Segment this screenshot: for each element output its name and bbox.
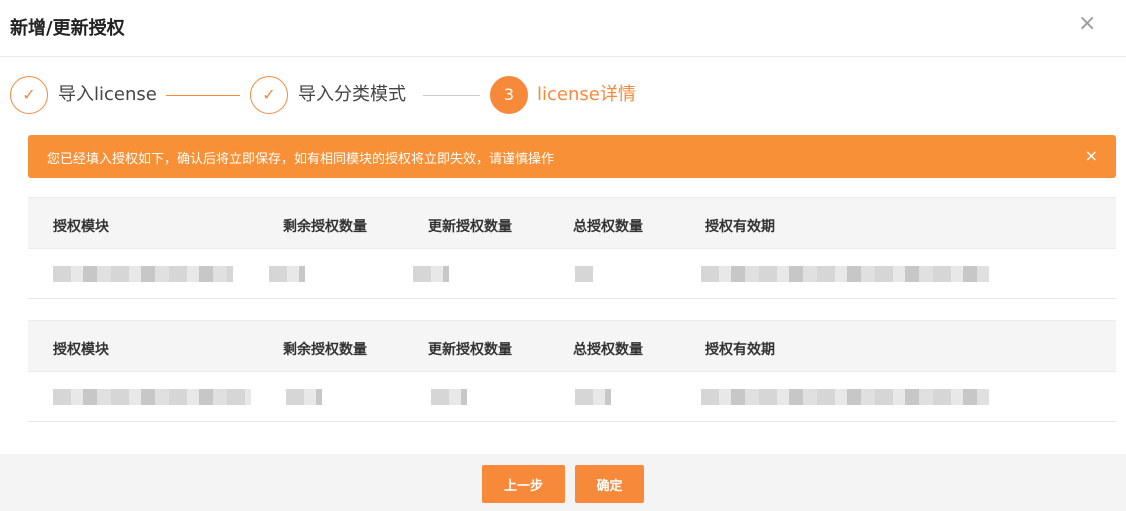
alert-close-icon[interactable]: × bbox=[1085, 146, 1098, 165]
redacted-validity bbox=[701, 266, 989, 282]
step-1-check-icon: ✓ bbox=[10, 76, 48, 114]
close-icon[interactable]: × bbox=[1078, 12, 1096, 36]
col-update: 更新授权数量 bbox=[428, 219, 512, 235]
step-3-label: license详情 bbox=[537, 84, 636, 105]
confirm-button[interactable]: 确定 bbox=[575, 465, 644, 503]
col-remaining: 剩余授权数量 bbox=[283, 219, 367, 235]
step-connector-1 bbox=[166, 95, 240, 96]
dialog-footer: 上一步 确定 bbox=[0, 454, 1126, 511]
license-table-2: 授权模块 剩余授权数量 更新授权数量 总授权数量 授权有效期 bbox=[28, 320, 1116, 422]
step-1-label: 导入license bbox=[58, 84, 157, 105]
redacted-update bbox=[413, 266, 449, 282]
col-module: 授权模块 bbox=[53, 219, 109, 235]
license-table-1: 授权模块 剩余授权数量 更新授权数量 总授权数量 授权有效期 bbox=[28, 197, 1116, 299]
col-total: 总授权数量 bbox=[573, 219, 643, 235]
step-2-label: 导入分类模式 bbox=[298, 84, 406, 105]
step-3-number: 3 bbox=[490, 76, 528, 114]
alert-message: 您已经填入授权如下，确认后将立即保存，如有相同模块的授权将立即失效，请谨慎操作 bbox=[47, 152, 555, 167]
table-row bbox=[28, 249, 1116, 299]
table-header: 授权模块 剩余授权数量 更新授权数量 总授权数量 授权有效期 bbox=[28, 197, 1116, 249]
col-validity: 授权有效期 bbox=[705, 342, 775, 358]
prev-step-button[interactable]: 上一步 bbox=[482, 465, 565, 503]
redacted-module bbox=[53, 266, 233, 282]
dialog-title: 新增/更新授权 bbox=[10, 18, 125, 39]
col-remaining: 剩余授权数量 bbox=[283, 342, 367, 358]
redacted-update bbox=[431, 389, 467, 405]
col-validity: 授权有效期 bbox=[705, 219, 775, 235]
warning-alert: 您已经填入授权如下，确认后将立即保存，如有相同模块的授权将立即失效，请谨慎操作 … bbox=[28, 135, 1116, 178]
table-row bbox=[28, 372, 1116, 422]
table-header: 授权模块 剩余授权数量 更新授权数量 总授权数量 授权有效期 bbox=[28, 320, 1116, 372]
steps-bar: ✓ 导入license ✓ 导入分类模式 3 license详情 bbox=[10, 76, 1110, 116]
step-connector-2 bbox=[423, 95, 480, 96]
redacted-module bbox=[53, 389, 251, 405]
col-update: 更新授权数量 bbox=[428, 342, 512, 358]
redacted-remaining bbox=[286, 389, 322, 405]
redacted-remaining bbox=[269, 266, 305, 282]
redacted-total bbox=[575, 266, 593, 282]
step-2-check-icon: ✓ bbox=[250, 76, 288, 114]
col-module: 授权模块 bbox=[53, 342, 109, 358]
dialog-header: 新增/更新授权 × bbox=[0, 0, 1126, 57]
col-total: 总授权数量 bbox=[573, 342, 643, 358]
redacted-validity bbox=[701, 389, 989, 405]
redacted-total bbox=[575, 389, 611, 405]
